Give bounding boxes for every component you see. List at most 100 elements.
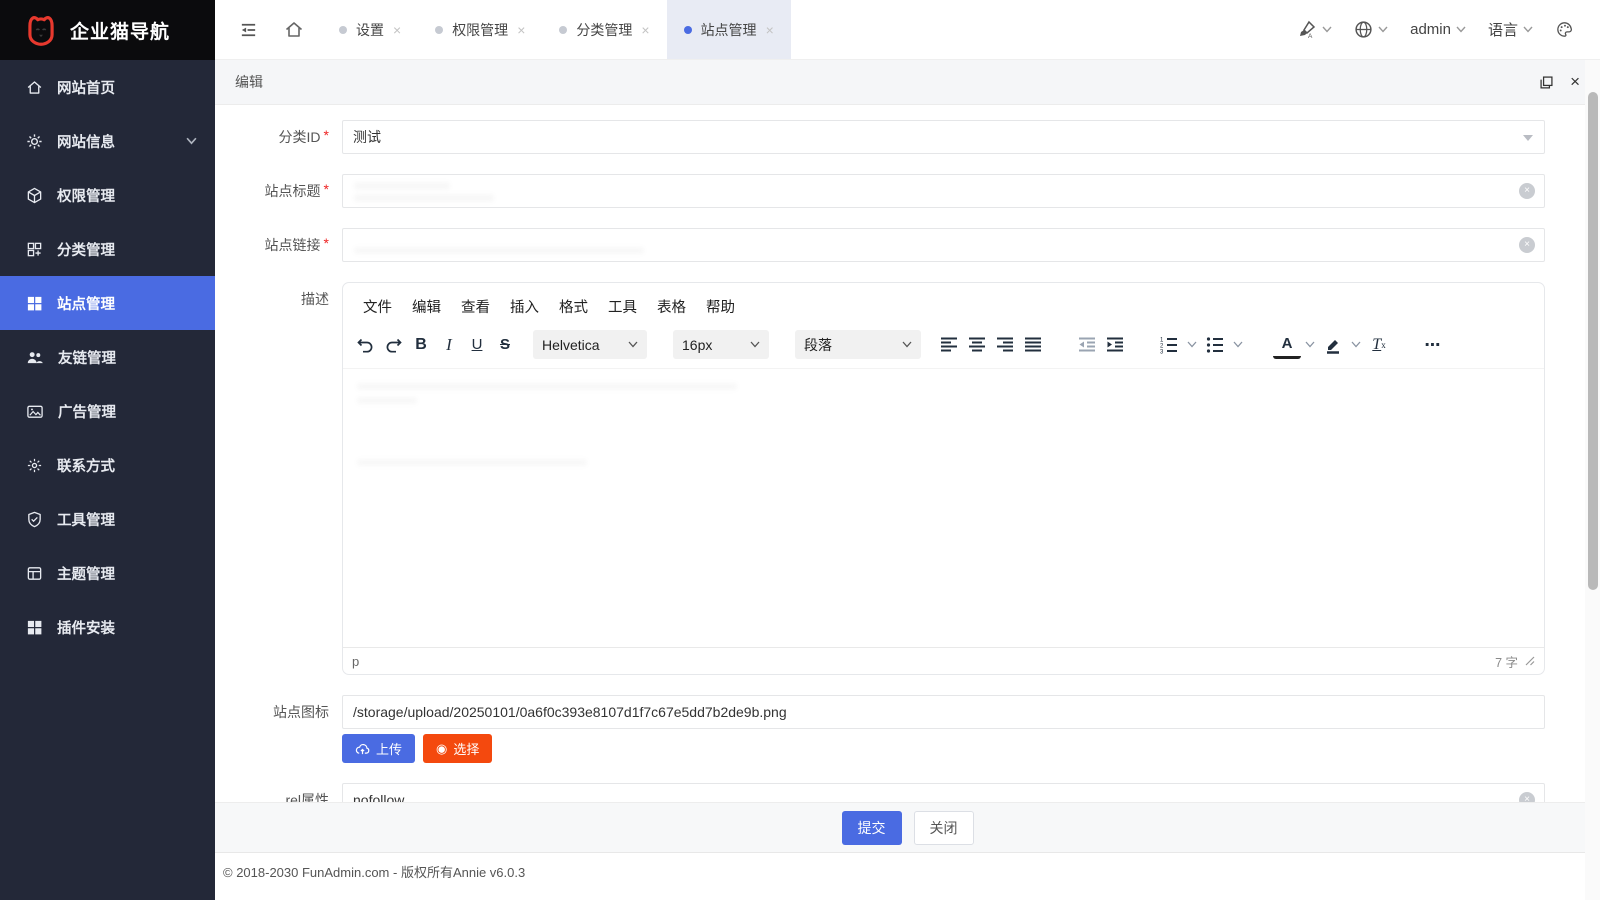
editor-toolbar: B I U S Helvetica 16px [343,324,1544,368]
align-justify-icon[interactable] [1019,331,1047,359]
indent-icon[interactable] [1101,331,1129,359]
clear-input-icon[interactable]: × [1519,237,1535,253]
tab-close-icon[interactable]: × [393,22,401,38]
sidebar-collapse-icon[interactable] [239,21,258,39]
scrollbar-thumb[interactable] [1588,92,1598,590]
menu-table[interactable]: 表格 [647,291,696,322]
sidebar-item-permissions[interactable]: 权限管理 [0,168,215,222]
tab-close-icon[interactable]: × [766,22,774,38]
sidebar-item-home[interactable]: 网站首页 [0,60,215,114]
site-title-input[interactable] [342,174,1545,208]
language-label: 语言 [1488,19,1518,40]
strikethrough-button[interactable]: S [491,331,519,359]
site-link-input[interactable] [342,228,1545,262]
menu-edit[interactable]: 编辑 [402,291,451,322]
sidebar-item-label: 联系方式 [57,455,115,476]
ordered-list-icon[interactable]: 123 [1155,331,1183,359]
site-icon-input[interactable] [342,695,1545,729]
sidebar-item-site-info[interactable]: 网站信息 [0,114,215,168]
align-center-icon[interactable] [963,331,991,359]
redo-icon[interactable] [379,331,407,359]
sidebar-item-ads[interactable]: 广告管理 [0,384,215,438]
chevron-down-icon [1322,26,1332,33]
sidebar-nav: 网站首页 网站信息 权限管理 分类管理 站点管理 [0,60,215,900]
cat-logo-icon [22,11,60,49]
resize-handle-icon[interactable] [1525,656,1535,666]
tab-label: 权限管理 [452,20,508,40]
underline-button[interactable]: U [463,331,491,359]
required-marker: * [324,181,329,197]
sidebar-item-label: 主题管理 [57,563,115,584]
bullet-list-caret[interactable] [1229,331,1247,359]
menu-format[interactable]: 格式 [549,291,598,322]
maximize-icon[interactable] [1539,75,1554,90]
undo-icon[interactable] [351,331,379,359]
sidebar-item-categories[interactable]: 分类管理 [0,222,215,276]
menu-tools[interactable]: 工具 [598,291,647,322]
align-right-icon[interactable] [991,331,1019,359]
clear-formatting-icon[interactable]: Tx [1365,331,1393,359]
menu-help[interactable]: 帮助 [696,291,745,322]
required-marker: * [324,235,329,251]
sidebar-item-label: 权限管理 [57,185,115,206]
image-icon [26,403,44,420]
bold-button[interactable]: B [407,331,435,359]
toolbar-more-icon[interactable]: ⋯ [1419,331,1447,359]
category-select[interactable] [342,120,1545,154]
editor-content-area[interactable] [343,368,1544,647]
tab-close-icon[interactable]: × [517,22,525,38]
rich-text-editor: 文件 编辑 查看 插入 格式 工具 表格 帮助 B [342,282,1545,675]
sidebar-item-plugins[interactable]: 插件安装 [0,600,215,654]
highlight-color-caret[interactable] [1347,331,1365,359]
footer: © 2018-2030 FunAdmin.com - 版权所有Annie v6.… [215,852,1600,900]
cloud-upload-icon [355,742,370,755]
submit-button[interactable]: 提交 [842,811,902,845]
font-size-select[interactable]: 16px [673,330,769,359]
tab-categories[interactable]: 分类管理 × [542,0,666,59]
bullet-list-icon[interactable] [1201,331,1229,359]
align-left-icon[interactable] [935,331,963,359]
ordered-list-caret[interactable] [1183,331,1201,359]
text-color-caret[interactable] [1301,331,1319,359]
tab-close-icon[interactable]: × [641,22,649,38]
sidebar-item-label: 网站首页 [57,77,115,98]
menu-insert[interactable]: 插入 [500,291,549,322]
vertical-scrollbar[interactable] [1585,60,1600,900]
menu-view[interactable]: 查看 [451,291,500,322]
outdent-icon[interactable] [1073,331,1101,359]
form-action-bar: 提交 关闭 [215,802,1600,852]
layout-icon [26,565,43,582]
sidebar-item-sites-active[interactable]: 站点管理 [0,276,215,330]
language-menu[interactable]: 语言 [1488,19,1533,40]
chevron-down-icon [1378,26,1388,33]
tab-permissions[interactable]: 权限管理 × [418,0,542,59]
tab-settings[interactable]: 设置 × [322,0,418,59]
sidebar-item-friend-links[interactable]: 友链管理 [0,330,215,384]
choose-button[interactable]: ◉ 选择 [423,734,492,763]
highlight-color-icon[interactable] [1319,331,1347,359]
close-icon[interactable]: × [1570,72,1580,92]
sidebar-item-contact[interactable]: 联系方式 [0,438,215,492]
cube-icon [26,187,43,204]
sidebar-item-themes[interactable]: 主题管理 [0,546,215,600]
sidebar-item-tools[interactable]: 工具管理 [0,492,215,546]
clear-cache-menu[interactable]: A [1297,20,1332,39]
text-color-button[interactable]: A [1273,331,1301,359]
block-format-select[interactable]: 段落 [795,330,921,359]
site-links-menu[interactable] [1354,20,1388,39]
user-menu[interactable]: admin [1410,21,1466,38]
chevron-down-icon [186,137,197,145]
required-marker: * [324,127,329,143]
home-icon[interactable] [284,20,304,39]
upload-button[interactable]: 上传 [342,734,415,763]
sidebar-item-label: 站点管理 [57,293,115,314]
chevron-down-icon [902,341,912,348]
close-button[interactable]: 关闭 [914,811,974,845]
menu-file[interactable]: 文件 [353,291,402,322]
clear-input-icon[interactable]: × [1519,183,1535,199]
redacted-content [357,397,417,404]
tab-sites-active[interactable]: 站点管理 × [667,0,791,59]
theme-palette-icon[interactable] [1555,20,1574,39]
font-family-select[interactable]: Helvetica [533,330,647,359]
italic-button[interactable]: I [435,331,463,359]
